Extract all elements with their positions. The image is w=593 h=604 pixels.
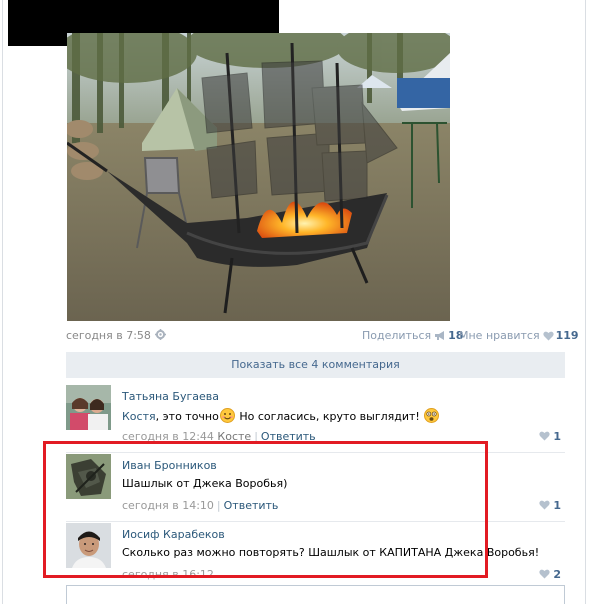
- comment-text: Шашлык от Джека Воробья): [122, 477, 288, 490]
- comment-footer: сегодня в 12:44 Косте | Ответить: [122, 430, 316, 443]
- show-all-comments-button[interactable]: Показать все 4 комментария: [66, 352, 565, 378]
- ship-grill-image: [67, 33, 450, 321]
- comment-author[interactable]: Татьяна Бугаева: [122, 390, 219, 403]
- comment-time[interactable]: сегодня в 16:12: [122, 568, 214, 581]
- comment-author[interactable]: Иосиф Карабеков: [122, 528, 225, 541]
- comment-item: Татьяна Бугаева Костя, это точно Но согл…: [66, 385, 565, 453]
- reply-button[interactable]: Ответить: [224, 499, 279, 512]
- share-label: Поделиться: [362, 329, 432, 342]
- like-button[interactable]: Мне нравится 119: [459, 329, 579, 343]
- comment-text: Сколько раз можно повторять? Шашлык от К…: [122, 546, 540, 559]
- comment-footer: сегодня в 16:12: [122, 568, 214, 581]
- like-label: Мне нравится: [459, 329, 540, 342]
- comment-time[interactable]: сегодня в 12:44: [122, 430, 214, 443]
- separator: |: [216, 499, 221, 512]
- comment-time[interactable]: сегодня в 14:10: [122, 499, 214, 512]
- comment-footer: сегодня в 14:10 | Ответить: [122, 499, 278, 512]
- post-timestamp[interactable]: сегодня в 7:58: [66, 329, 166, 343]
- vk-post-page: сегодня в 7:58 Поделиться 18 Мне нравится…: [0, 0, 593, 604]
- gear-icon[interactable]: [154, 329, 166, 340]
- reply-button[interactable]: Ответить: [261, 430, 316, 443]
- shocked-emoji: [423, 408, 439, 423]
- comment-like-button[interactable]: 1: [539, 499, 561, 512]
- comment-item: Иван Бронников Шашлык от Джека Воробья) …: [66, 454, 565, 522]
- comment-text: Костя, это точно Но согласись, круто выг…: [122, 408, 440, 423]
- heart-icon: [539, 500, 550, 510]
- right-border: [585, 0, 586, 604]
- comment-like-count: 2: [553, 568, 561, 581]
- left-border: [2, 0, 3, 604]
- like-count: 119: [555, 329, 579, 342]
- share-button[interactable]: Поделиться 18: [362, 329, 463, 343]
- comment-text-part: , это точно: [155, 410, 219, 423]
- avatar[interactable]: [66, 523, 111, 568]
- comment-like-button[interactable]: 1: [539, 430, 561, 443]
- separator: |: [254, 430, 258, 443]
- heart-icon: [542, 331, 554, 344]
- comment-item: Иосиф Карабеков Сколько раз можно повтор…: [66, 523, 565, 591]
- comment-like-button[interactable]: 2: [539, 568, 561, 581]
- comment-reply-to[interactable]: Косте: [217, 430, 251, 443]
- post-time-text: сегодня в 7:58: [66, 329, 151, 342]
- comment-like-count: 1: [553, 430, 561, 443]
- post-photo[interactable]: [67, 33, 450, 321]
- heart-icon: [539, 431, 550, 441]
- comment-reply-input[interactable]: [66, 585, 565, 604]
- avatar[interactable]: [66, 454, 111, 499]
- heart-icon: [539, 569, 550, 579]
- smiley-emoji: [219, 408, 235, 423]
- comment-text-part: Но согласись, круто выглядит!: [235, 410, 420, 423]
- avatar[interactable]: [66, 385, 111, 430]
- comment-mention[interactable]: Костя: [122, 410, 156, 423]
- comment-like-count: 1: [553, 499, 561, 512]
- megaphone-icon: [434, 330, 446, 344]
- comment-author[interactable]: Иван Бронников: [122, 459, 217, 472]
